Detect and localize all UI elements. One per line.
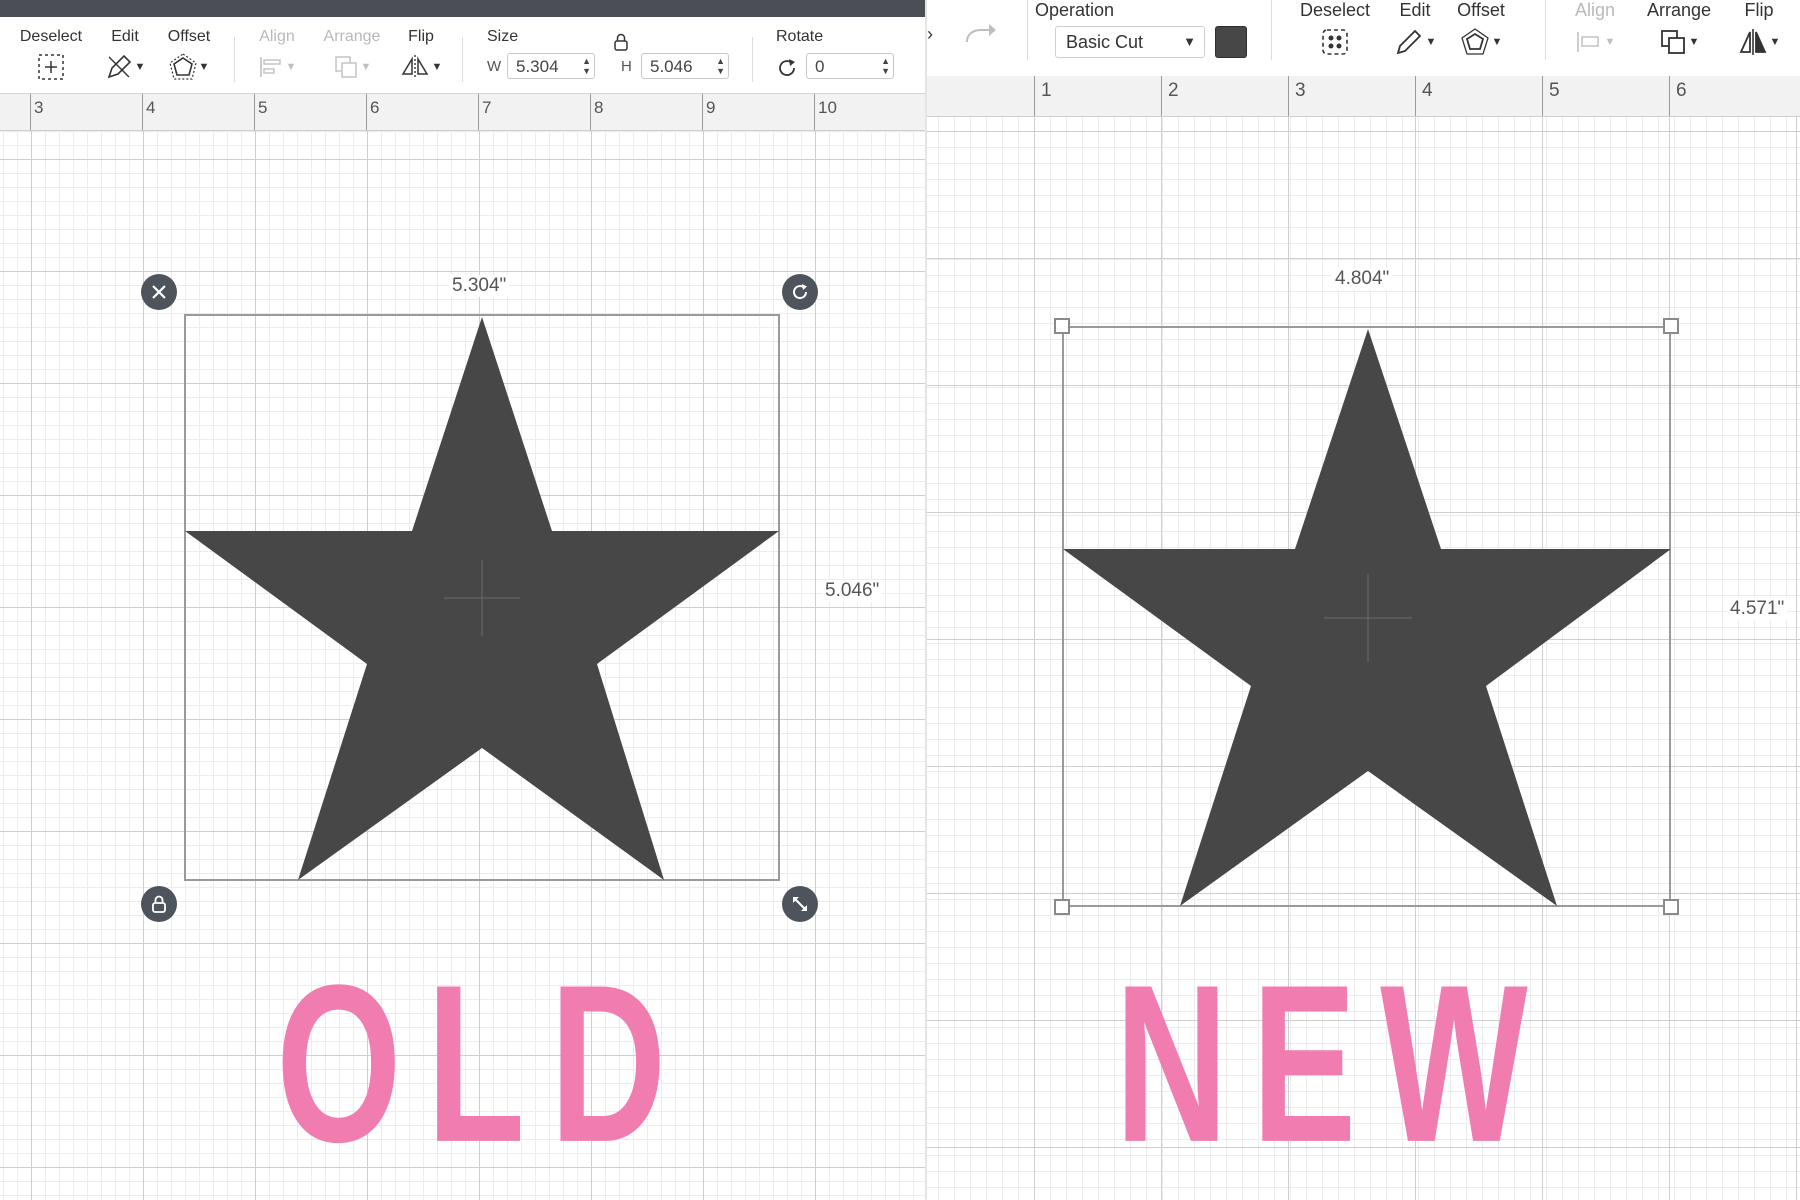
lock-icon: [152, 895, 166, 913]
resize-handle-top-left[interactable]: [1054, 318, 1070, 334]
new-design-space-panel: › Operation Basic Cut ▼ Deselect Edit ▼ …: [927, 0, 1800, 1200]
resize-handle-bottom-left[interactable]: [1054, 899, 1070, 915]
resize-handle-bottom-right[interactable]: [1663, 899, 1679, 915]
close-icon: [152, 285, 166, 299]
old-caption: OLD: [276, 938, 692, 1190]
lock-handle[interactable]: [141, 886, 177, 922]
rotate-handle[interactable]: [782, 274, 818, 310]
delete-handle[interactable]: [141, 274, 177, 310]
resize-handle-top-right[interactable]: [1663, 318, 1679, 334]
resize-handle[interactable]: [782, 886, 818, 922]
old-design-space-panel: Deselect Edit ▼ Offset ▼ Align ▼ Arrange…: [0, 0, 927, 1200]
new-caption: NEW: [1115, 938, 1552, 1190]
resize-icon: [793, 897, 807, 911]
rotate-icon: [793, 284, 808, 300]
